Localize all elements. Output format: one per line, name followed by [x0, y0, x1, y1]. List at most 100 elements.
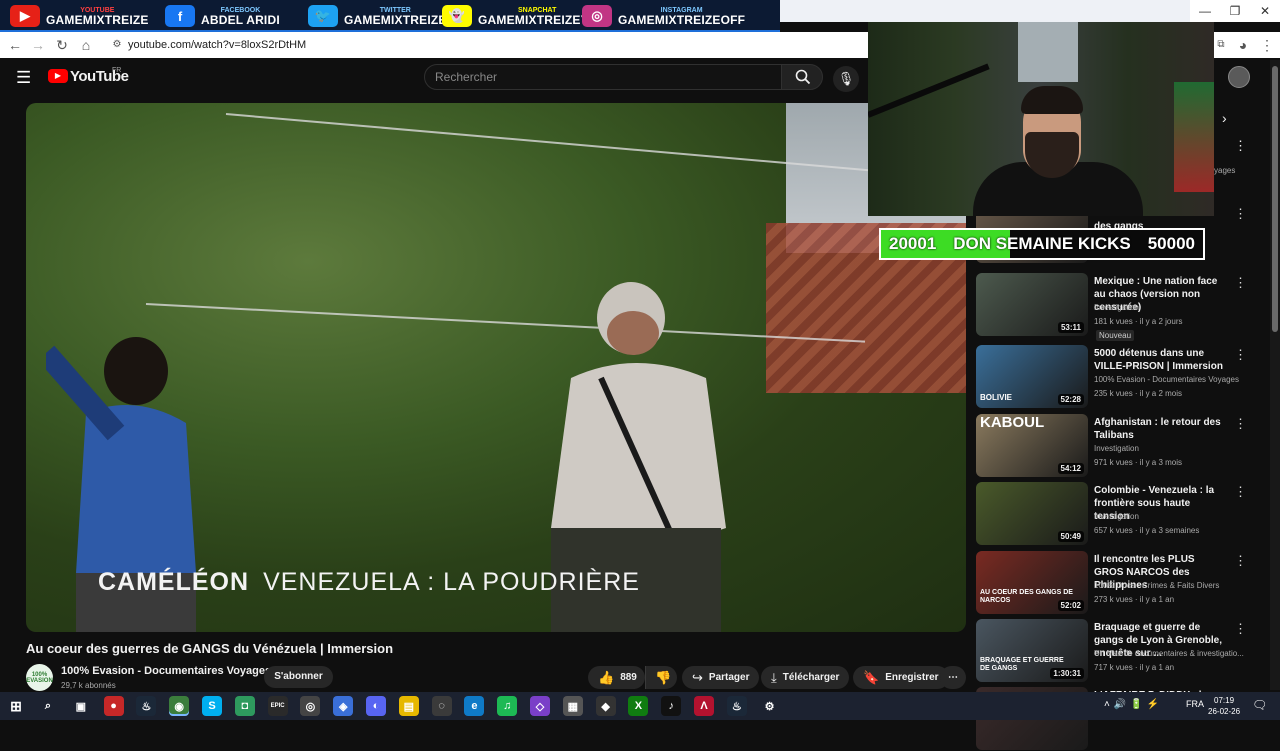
search-icon[interactable]: ⌕	[38, 696, 58, 716]
app-dark-icon[interactable]: ◆	[595, 696, 616, 716]
recommended-video[interactable]: 50:49 Colombie - Venezuela : la frontière…	[976, 482, 1266, 546]
recommended-channel[interactable]: 100% Evasion - Documentaires Voyages	[1094, 375, 1244, 384]
recommended-channel[interactable]: Investigation	[1094, 303, 1244, 312]
steam2-icon[interactable]: ♨	[726, 696, 747, 716]
discord-icon[interactable]: ◐	[366, 696, 386, 716]
kebab-menu-icon[interactable]: ⋮	[1234, 484, 1247, 500]
skype-icon[interactable]: S	[202, 696, 222, 716]
notifications-icon[interactable]: 🗨	[1252, 698, 1267, 712]
new-badge: Nouveau	[1096, 330, 1135, 341]
search-input[interactable]: Rechercher	[424, 64, 782, 90]
video-duration: 50:49	[1057, 531, 1084, 542]
extensions-icon[interactable]: ⧉	[1212, 36, 1230, 54]
dislike-button[interactable]: 👎	[645, 666, 677, 689]
social-text: YOUTUBE GAMEMIXTREIZE	[46, 7, 149, 26]
app-blue-icon[interactable]: ◈	[333, 696, 354, 716]
kebab-menu-icon[interactable]: ⋮	[1234, 416, 1247, 432]
scrollbar-thumb[interactable]	[1272, 66, 1278, 332]
stream-social-banner: ▶ YOUTUBE GAMEMIXTREIZE f FACEBOOK ABDEL ARID…	[0, 0, 780, 32]
spotify-icon[interactable]: ♫	[497, 696, 518, 716]
recommended-video[interactable]: BRAQUAGE ET GUERRE DE GANGS 1:30:31 Braqua…	[976, 619, 1266, 683]
files-icon[interactable]: ▤	[398, 696, 419, 716]
video-thumbnail[interactable]: 50:49	[976, 482, 1088, 545]
download-label: Télécharger	[782, 672, 840, 683]
settings-icon[interactable]: ⚙	[760, 696, 780, 716]
more-actions-button[interactable]: ⋯	[940, 666, 966, 689]
youtube-icon: ▶	[10, 5, 40, 27]
recommended-channel[interactable]: Investigation	[1094, 444, 1244, 453]
youtube-logo-icon[interactable]: ▶	[48, 69, 68, 83]
app-red2-icon[interactable]: Λ	[694, 696, 714, 716]
webcam-flag	[1174, 82, 1214, 192]
recommended-meta: 273 k vues · il y a 1 an	[1094, 595, 1175, 604]
recommended-video[interactable]: BOLIVIE 52:28 5000 détenus dans une VILLE-…	[976, 345, 1266, 409]
recommended-video[interactable]: KABOUL 54:12 Afghanistan : le retour des T…	[976, 414, 1266, 478]
app-purple-icon[interactable]: ◇	[530, 696, 550, 716]
social-handle: GAMEMIXTREIZEYT	[478, 12, 597, 27]
task-view-icon[interactable]: ▣	[71, 696, 91, 716]
video-player[interactable]: CAMÉLÉON VENEZUELA : LA POUDRIÈRE	[26, 103, 966, 632]
reload-icon[interactable]: ↻	[53, 36, 71, 54]
kebab-menu-icon[interactable]: ⋮	[1234, 138, 1247, 154]
share-button[interactable]: ↪ Partager	[682, 666, 760, 689]
close-icon[interactable]: ✕	[1250, 0, 1280, 22]
steam-icon[interactable]: ♨	[136, 696, 157, 716]
recommended-channel[interactable]: Investigation	[1094, 512, 1244, 521]
account-avatar[interactable]	[1228, 66, 1250, 88]
app-gray-icon[interactable]: ▦	[562, 696, 583, 716]
video-thumbnail[interactable]: BOLIVIE 52:28	[976, 345, 1088, 408]
clock[interactable]: 07:19 26-02-26	[1208, 695, 1240, 717]
kebab-menu-icon[interactable]: ⋮	[1234, 275, 1247, 291]
recommended-channel[interactable]: 100% Docs - Crimes & Faits Divers	[1094, 581, 1244, 590]
subscribe-button[interactable]: S'abonner	[264, 666, 333, 688]
recommended-video-title[interactable]: Afghanistan : le retour des Talibans	[1094, 416, 1226, 442]
recommended-video-title[interactable]: 5000 détenus dans une VILLE-PRISON | Imm…	[1094, 347, 1226, 373]
kebab-menu-icon[interactable]: ⋮	[1234, 347, 1247, 363]
home-icon[interactable]: ⌂	[77, 36, 95, 54]
share-label: Partager	[708, 672, 750, 683]
xbox-icon[interactable]: X	[628, 696, 649, 716]
video-thumbnail[interactable]: BRAQUAGE ET GUERRE DE GANGS 1:30:31	[976, 619, 1088, 682]
recommended-meta: 657 k vues · il y a 3 semaines	[1094, 526, 1200, 535]
windows-start-icon[interactable]: ⊞	[6, 696, 26, 716]
chrome-icon[interactable]: ◉	[169, 696, 190, 716]
recommended-video[interactable]: AU COEUR DES GANGS DE NARCOS 52:02 Il renc…	[976, 551, 1266, 615]
like-button[interactable]: 👍 889	[588, 666, 645, 689]
page-scrollbar[interactable]	[1270, 60, 1280, 690]
profile-icon[interactable]: ◕	[1234, 36, 1252, 54]
microphone-icon[interactable]: 🎙	[833, 66, 859, 92]
browser-tabstrip	[780, 0, 1190, 22]
app-red-icon[interactable]: ●	[103, 696, 124, 716]
recommended-video[interactable]: 53:11 Mexique : Une nation face au chaos …	[976, 273, 1266, 341]
obs-icon[interactable]: ◌	[431, 696, 452, 716]
recommended-channel[interactable]: Un Max de documentaires & investigatio..…	[1094, 649, 1244, 658]
hamburger-menu-icon[interactable]: ☰	[16, 68, 31, 88]
app-circle-icon[interactable]: ◎	[300, 696, 321, 716]
download-button[interactable]: ⤓ Télécharger	[761, 666, 850, 689]
app-green-icon[interactable]: ◘	[234, 696, 255, 716]
system-tray-icons[interactable]: ˄🔊🔋⚡	[1104, 699, 1163, 710]
like-count: 889	[620, 672, 637, 683]
video-thumbnail[interactable]: AU COEUR DES GANGS DE NARCOS 52:02	[976, 551, 1088, 614]
kebab-menu-icon[interactable]: ⋮	[1234, 621, 1247, 637]
channel-avatar[interactable]: 100% EVASION	[26, 664, 53, 691]
channel-name[interactable]: 100% Evasion - Documentaires Voyages	[61, 665, 271, 677]
save-button[interactable]: 🔖 Enregistrer	[853, 666, 949, 689]
search-button[interactable]	[781, 64, 823, 90]
chevron-right-icon[interactable]: ›	[1222, 110, 1227, 126]
address-bar[interactable]: youtube.com/watch?v=8loxS2rDtHM	[104, 36, 864, 54]
video-thumbnail[interactable]: KABOUL 54:12	[976, 414, 1088, 477]
forward-icon[interactable]: →	[29, 36, 47, 54]
restore-icon[interactable]: ❐	[1220, 0, 1250, 22]
video-thumbnail[interactable]: 53:11	[976, 273, 1088, 336]
menu-dots-icon[interactable]: ⋮	[1258, 36, 1276, 54]
input-language[interactable]: FRA	[1186, 699, 1204, 709]
back-icon[interactable]: ←	[6, 36, 24, 54]
epic-icon[interactable]: EPIC	[267, 696, 288, 716]
tiktok-icon[interactable]: ♪	[661, 696, 682, 716]
edge-icon[interactable]: e	[464, 696, 485, 716]
kebab-menu-icon[interactable]: ⋮	[1234, 206, 1247, 222]
goal-label: DON SEMAINE KICKS	[953, 234, 1131, 253]
minimize-icon[interactable]: —	[1190, 0, 1220, 22]
kebab-menu-icon[interactable]: ⋮	[1234, 553, 1247, 569]
